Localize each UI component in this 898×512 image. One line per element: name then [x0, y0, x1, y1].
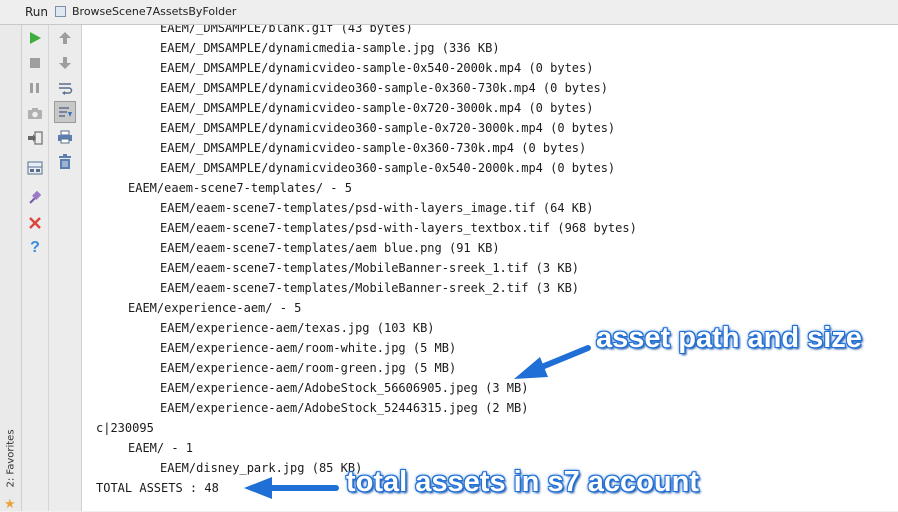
- annotation-arrows: [244, 345, 591, 499]
- total-assets-callout: total assets in s7 account: [346, 466, 699, 498]
- arrow-to-asset: [514, 345, 591, 379]
- asset-path-callout: asset path and size: [596, 322, 862, 354]
- arrow-to-total: [244, 477, 339, 499]
